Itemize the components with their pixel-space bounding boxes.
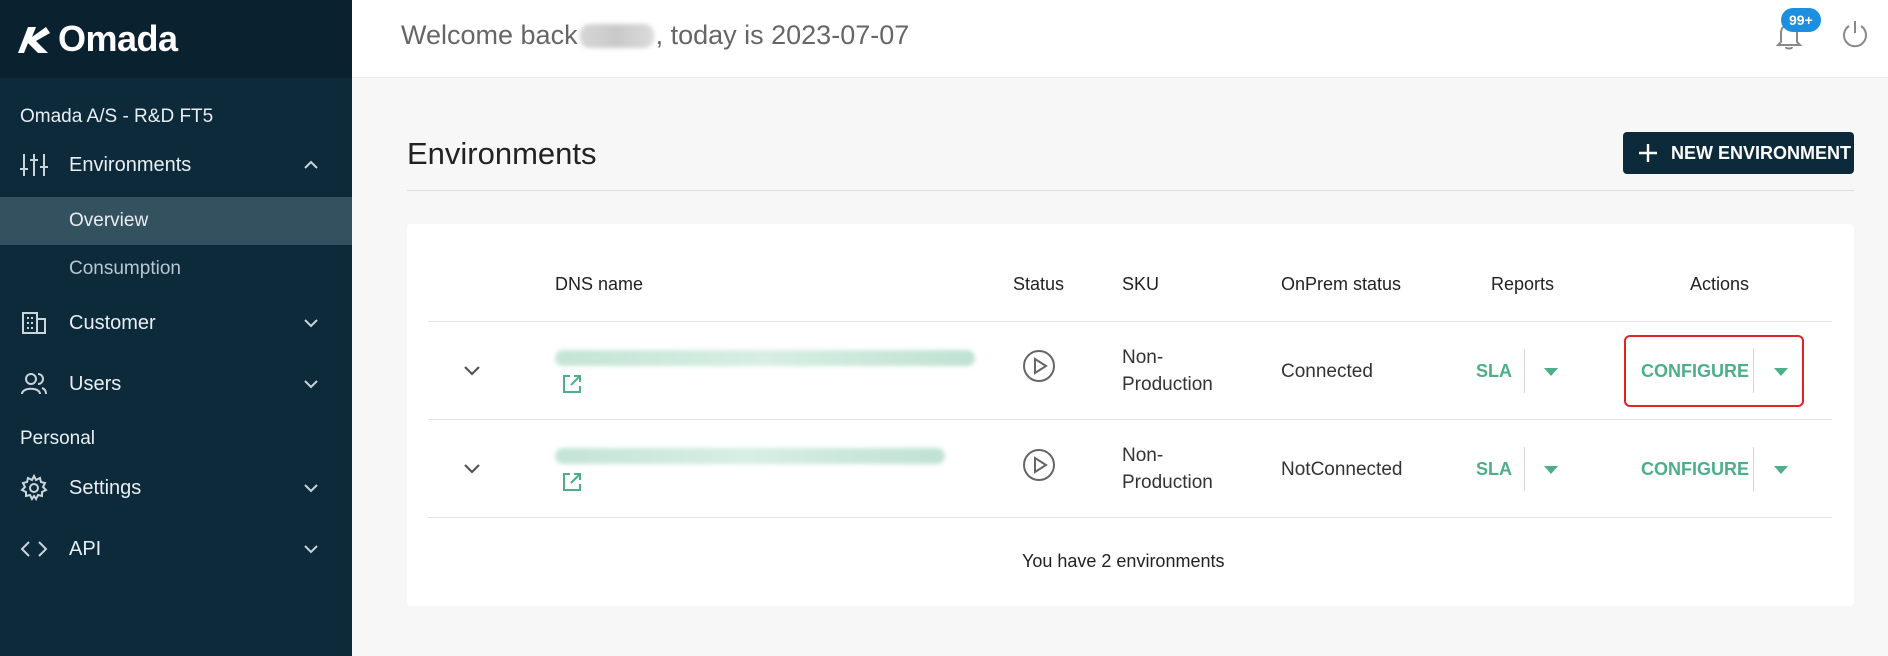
gear-icon: [20, 474, 48, 501]
chevron-down-icon: [304, 380, 318, 389]
welcome-message: Welcome back , today is 2023-07-07: [401, 20, 909, 51]
divider: [428, 321, 1832, 322]
sidebar-item-label: Overview: [69, 210, 149, 231]
onprem-status-cell: NotConnected: [1281, 459, 1403, 480]
configure-button[interactable]: CONFIGURE: [1641, 459, 1749, 480]
sidebar-item-api[interactable]: API: [0, 525, 352, 573]
sku-line: Non-: [1122, 445, 1164, 466]
divider: [1524, 349, 1525, 393]
page-title: Environments: [407, 136, 597, 171]
sidebar-item-label: Environments: [69, 153, 192, 176]
welcome-date: , today is 2023-07-07: [655, 20, 910, 50]
sidebar-item-overview[interactable]: Overview: [0, 197, 352, 245]
plus-icon: [1639, 144, 1657, 162]
top-header: Welcome back , today is 2023-07-07 99+: [352, 0, 1888, 78]
sidebar-item-label: Customer: [69, 311, 156, 334]
external-link-icon[interactable]: [560, 470, 584, 494]
logo-text: Omada: [58, 18, 178, 59]
play-status-icon: [1023, 350, 1055, 382]
sidebar-item-settings[interactable]: Settings: [0, 464, 352, 512]
power-icon[interactable]: [1839, 18, 1871, 50]
environment-count: You have 2 environments: [1022, 551, 1225, 571]
sidebar-item-label: Consumption: [69, 258, 181, 279]
new-environment-button[interactable]: NEW ENVIRONMENT: [1623, 132, 1854, 174]
sla-report-button[interactable]: SLA: [1476, 459, 1512, 480]
dns-name-link[interactable]: [555, 448, 945, 464]
sidebar-item-customer[interactable]: Customer: [0, 299, 352, 347]
sku-cell: Non- Production: [1122, 442, 1213, 496]
sidebar-item-consumption[interactable]: Consumption: [0, 245, 352, 293]
divider: [407, 190, 1854, 191]
org-name: Omada A/S - R&D FT5: [20, 106, 214, 127]
sla-report-button[interactable]: SLA: [1476, 361, 1512, 382]
sidebar-item-users[interactable]: Users: [0, 360, 352, 408]
sidebar-item-environments[interactable]: Environments: [0, 141, 352, 189]
omada-logo-icon: [18, 27, 50, 53]
column-header-dns-name: DNS name: [555, 274, 644, 294]
divider: [1753, 447, 1754, 491]
column-header-onprem-status: OnPrem status: [1281, 274, 1402, 294]
report-dropdown-caret-icon[interactable]: [1542, 366, 1560, 378]
section-personal: Personal: [20, 428, 95, 449]
sidebar-item-label: API: [69, 537, 102, 560]
building-icon: [22, 312, 46, 334]
logo[interactable]: Omada: [0, 0, 352, 78]
sku-line: Non-: [1122, 347, 1164, 368]
expand-row-icon[interactable]: [461, 457, 483, 479]
highlight-box: [1624, 335, 1804, 407]
column-header-actions: Actions: [1690, 274, 1750, 294]
expand-row-icon[interactable]: [461, 359, 483, 381]
chevron-up-icon: [304, 160, 318, 169]
welcome-prefix: Welcome back: [401, 20, 578, 50]
divider: [428, 517, 1832, 518]
sidebar-item-label: Users: [69, 372, 122, 395]
onprem-status-cell: Connected: [1281, 361, 1373, 382]
blurred-user-name: [579, 23, 654, 48]
actions-dropdown-caret-icon[interactable]: [1772, 464, 1790, 476]
divider: [1524, 447, 1525, 491]
users-icon: [21, 373, 47, 395]
sliders-icon: [20, 154, 48, 176]
external-link-icon[interactable]: [560, 372, 584, 396]
chevron-down-icon: [304, 545, 318, 554]
divider: [428, 419, 1832, 420]
column-header-reports: Reports: [1491, 274, 1555, 294]
chevron-down-icon: [304, 484, 318, 493]
sku-line: Production: [1122, 374, 1213, 395]
sidebar: Omada Omada A/S - R&D FT5 Environments O…: [0, 0, 352, 656]
sku-cell: Non- Production: [1122, 344, 1213, 398]
column-header-sku: SKU: [1122, 274, 1160, 294]
sidebar-item-label: Settings: [69, 476, 142, 499]
sku-line: Production: [1122, 472, 1213, 493]
report-dropdown-caret-icon[interactable]: [1542, 464, 1560, 476]
notification-badge: 99+: [1781, 8, 1821, 32]
play-status-icon: [1023, 449, 1055, 481]
dns-name-link[interactable]: [555, 350, 975, 366]
code-icon: [20, 541, 48, 557]
chevron-down-icon: [304, 319, 318, 328]
column-header-status: Status: [1013, 274, 1065, 294]
new-environment-label: NEW ENVIRONMENT: [1671, 143, 1851, 163]
